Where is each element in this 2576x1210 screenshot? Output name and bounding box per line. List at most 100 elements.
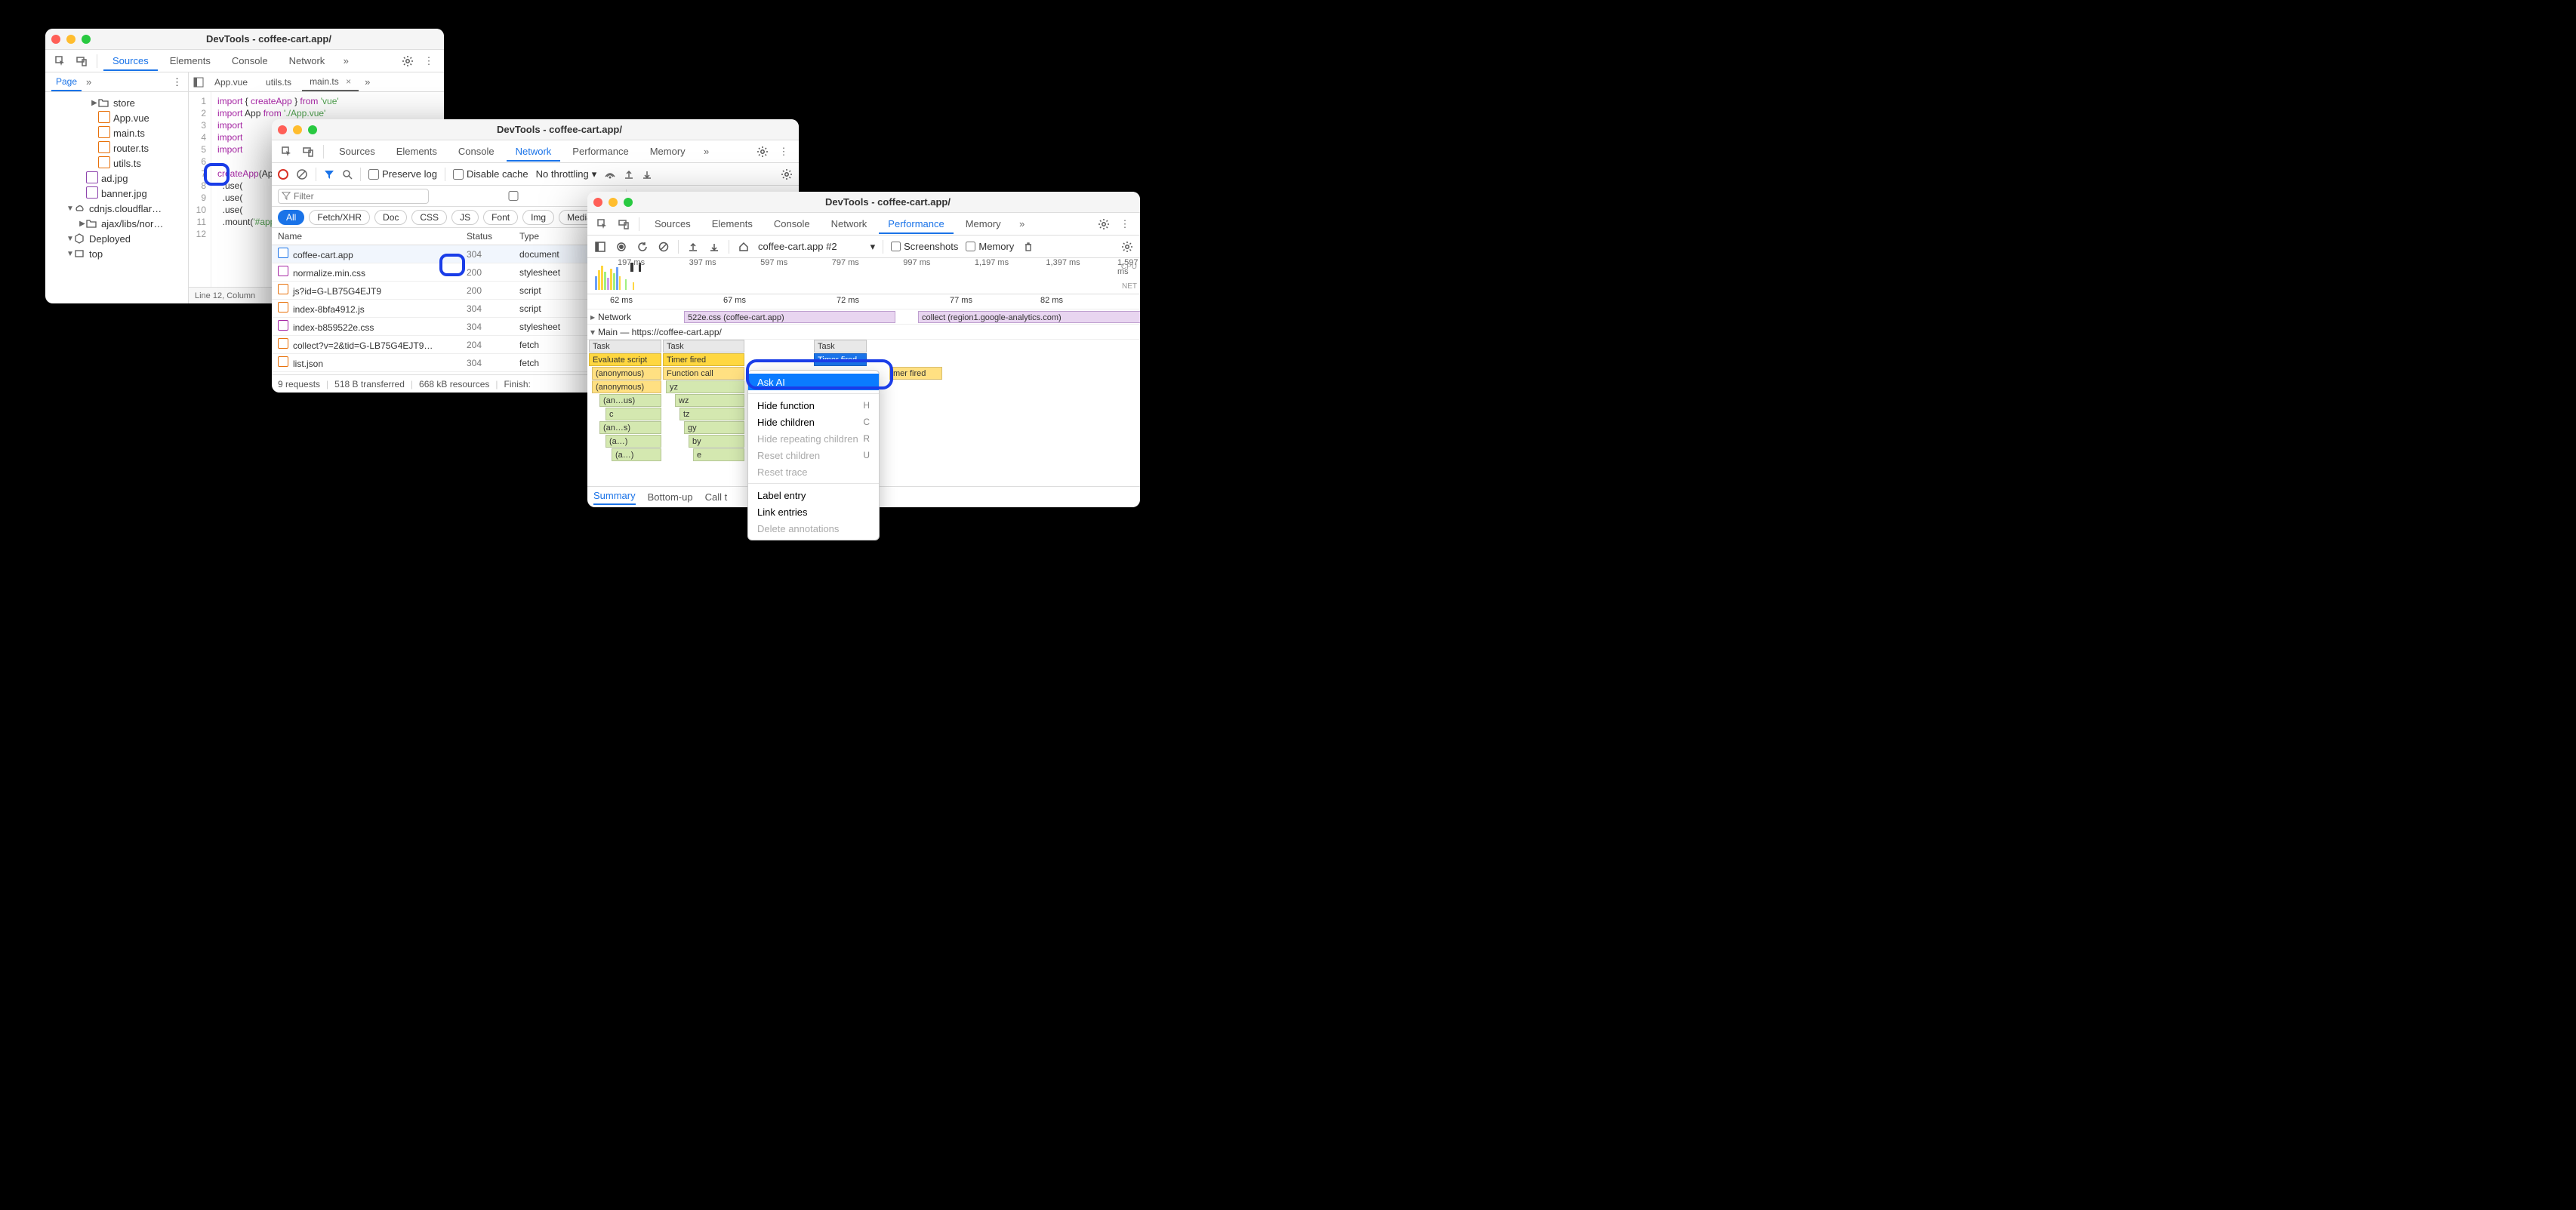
flame-cell[interactable]: mer fired xyxy=(889,367,942,380)
filter-pill[interactable]: JS xyxy=(451,210,479,225)
tree-item[interactable]: ▶ajax/libs/nor… xyxy=(45,216,188,231)
filter-pill[interactable]: CSS xyxy=(411,210,447,225)
settings-icon[interactable] xyxy=(753,143,772,161)
more-tabs-icon[interactable]: » xyxy=(1013,215,1031,233)
details-tab[interactable]: Bottom-up xyxy=(648,491,693,503)
close-tab-icon[interactable]: × xyxy=(346,76,351,87)
more-tabs-icon[interactable]: » xyxy=(337,52,355,70)
screenshots-checkbox[interactable]: Screenshots xyxy=(891,241,958,252)
tree-item[interactable]: banner.jpg xyxy=(45,186,188,201)
flame-cell[interactable]: e xyxy=(693,448,744,461)
toggle-sidebar-icon[interactable] xyxy=(193,77,204,88)
file-tree[interactable]: ▶storeApp.vuemain.tsrouter.tsutils.tsad.… xyxy=(45,92,188,264)
flame-cell[interactable]: Timer fired xyxy=(663,353,744,366)
device-icon[interactable] xyxy=(72,52,91,70)
flame-cell[interactable]: yz xyxy=(666,380,744,393)
perf-settings-icon[interactable] xyxy=(1120,240,1134,254)
tree-item[interactable]: main.ts xyxy=(45,125,188,140)
flame-cell[interactable]: (anonymous) xyxy=(592,367,661,380)
tab-memory[interactable]: Memory xyxy=(957,214,1010,234)
flame-cell[interactable]: Task xyxy=(663,340,744,353)
gc-icon[interactable] xyxy=(1021,240,1035,254)
more-file-tabs-icon[interactable]: » xyxy=(362,76,373,88)
tab-performance[interactable]: Performance xyxy=(563,141,637,162)
tab-network[interactable]: Network xyxy=(280,51,334,71)
kebab-icon[interactable]: ⋮ xyxy=(420,52,438,70)
minimize-icon[interactable] xyxy=(66,35,75,44)
flame-cell[interactable]: Evaluate script xyxy=(589,353,661,366)
throttling-select[interactable]: No throttling ▾ xyxy=(536,168,597,180)
overview-timeline[interactable]: 197 ms397 ms597 ms797 ms997 ms1,197 ms1,… xyxy=(587,258,1140,294)
network-lane-header[interactable]: ▸ Network 522e.css (coffee-cart.app)coll… xyxy=(587,309,1140,325)
menu-item[interactable]: Label entry xyxy=(748,487,879,503)
record-icon[interactable] xyxy=(615,240,628,254)
settings-icon[interactable] xyxy=(1095,215,1113,233)
disable-cache-checkbox[interactable]: Disable cache xyxy=(453,168,528,180)
flame-cell[interactable]: Task xyxy=(814,340,867,353)
filter-pill[interactable]: Doc xyxy=(374,210,407,225)
col-name[interactable]: Name xyxy=(272,228,461,245)
tab-network[interactable]: Network xyxy=(507,141,561,162)
tab-sources[interactable]: Sources xyxy=(330,141,384,162)
menu-item[interactable]: Link entries xyxy=(748,503,879,520)
tab-elements[interactable]: Elements xyxy=(703,214,762,234)
menu-item[interactable]: Ask AI xyxy=(748,374,879,390)
details-tab[interactable]: Call t xyxy=(705,491,728,503)
network-bar[interactable]: 522e.css (coffee-cart.app) xyxy=(684,311,895,323)
tab-sources[interactable]: Sources xyxy=(646,214,700,234)
upload-icon[interactable] xyxy=(624,169,634,180)
flame-cell[interactable]: (an…s) xyxy=(599,421,661,434)
inspect-icon[interactable] xyxy=(593,215,612,233)
collapse-icon[interactable]: ▾ xyxy=(587,327,598,337)
flame-cell[interactable]: c xyxy=(605,408,661,420)
flame-cell[interactable]: gy xyxy=(684,421,744,434)
network-bar[interactable]: collect (region1.google-analytics.com) xyxy=(918,311,1140,323)
kebab-icon[interactable]: ⋮ xyxy=(775,143,793,161)
tree-item[interactable]: ad.jpg xyxy=(45,171,188,186)
tab-memory[interactable]: Memory xyxy=(641,141,695,162)
col-type[interactable]: Type xyxy=(513,228,581,245)
network-conditions-icon[interactable] xyxy=(604,169,616,180)
flame-cell[interactable]: (an…us) xyxy=(599,394,661,407)
more-tabs-icon[interactable]: » xyxy=(698,143,716,161)
tab-console[interactable]: Console xyxy=(223,51,277,71)
filter-icon[interactable] xyxy=(324,169,334,180)
inspect-icon[interactable] xyxy=(51,52,69,70)
device-icon[interactable] xyxy=(615,215,633,233)
kebab-icon[interactable]: ⋮ xyxy=(172,76,182,88)
settings-icon[interactable] xyxy=(399,52,417,70)
filter-pill[interactable]: Img xyxy=(522,210,554,225)
tree-item[interactable]: ▼top xyxy=(45,246,188,261)
menu-item[interactable]: Hide functionH xyxy=(748,397,879,414)
tree-item[interactable]: router.ts xyxy=(45,140,188,155)
filter-input[interactable] xyxy=(278,189,429,204)
expand-icon[interactable]: ▸ xyxy=(587,312,598,322)
titlebar[interactable]: DevTools - coffee-cart.app/ xyxy=(272,119,799,140)
tree-item[interactable]: utils.ts xyxy=(45,155,188,171)
context-menu[interactable]: Ask AIHide functionHHide childrenCHide r… xyxy=(747,370,880,540)
flame-cell[interactable]: Function call xyxy=(663,367,744,380)
filter-pill[interactable]: Font xyxy=(483,210,518,225)
tree-item[interactable]: ▶store xyxy=(45,95,188,110)
tab-performance[interactable]: Performance xyxy=(879,214,953,234)
close-icon[interactable] xyxy=(593,198,602,207)
memory-checkbox[interactable]: Memory xyxy=(966,241,1014,252)
minimize-icon[interactable] xyxy=(293,125,302,134)
titlebar[interactable]: DevTools - coffee-cart.app/ xyxy=(587,192,1140,213)
preserve-log-checkbox[interactable]: Preserve log xyxy=(368,168,437,180)
timeline-ruler[interactable]: 62 ms67 ms72 ms77 ms82 ms xyxy=(587,294,1140,309)
record-icon[interactable] xyxy=(278,169,288,180)
tab-console[interactable]: Console xyxy=(765,214,819,234)
main-lane-header[interactable]: ▾ Main — https://coffee-cart.app/ xyxy=(587,325,1140,340)
tree-item[interactable]: ▼cdnjs.cloudflar… xyxy=(45,201,188,216)
subtab-page[interactable]: Page xyxy=(51,73,82,91)
reload-icon[interactable] xyxy=(636,240,649,254)
flame-cell[interactable]: (anonymous) xyxy=(592,380,661,393)
tab-elements[interactable]: Elements xyxy=(161,51,220,71)
flame-cell[interactable]: tz xyxy=(679,408,744,420)
more-subtabs-icon[interactable]: » xyxy=(86,76,91,88)
file-tab[interactable]: main.ts × xyxy=(302,73,359,91)
flame-cell[interactable]: Task xyxy=(589,340,661,353)
minimize-icon[interactable] xyxy=(609,198,618,207)
network-settings-icon[interactable] xyxy=(781,168,793,180)
